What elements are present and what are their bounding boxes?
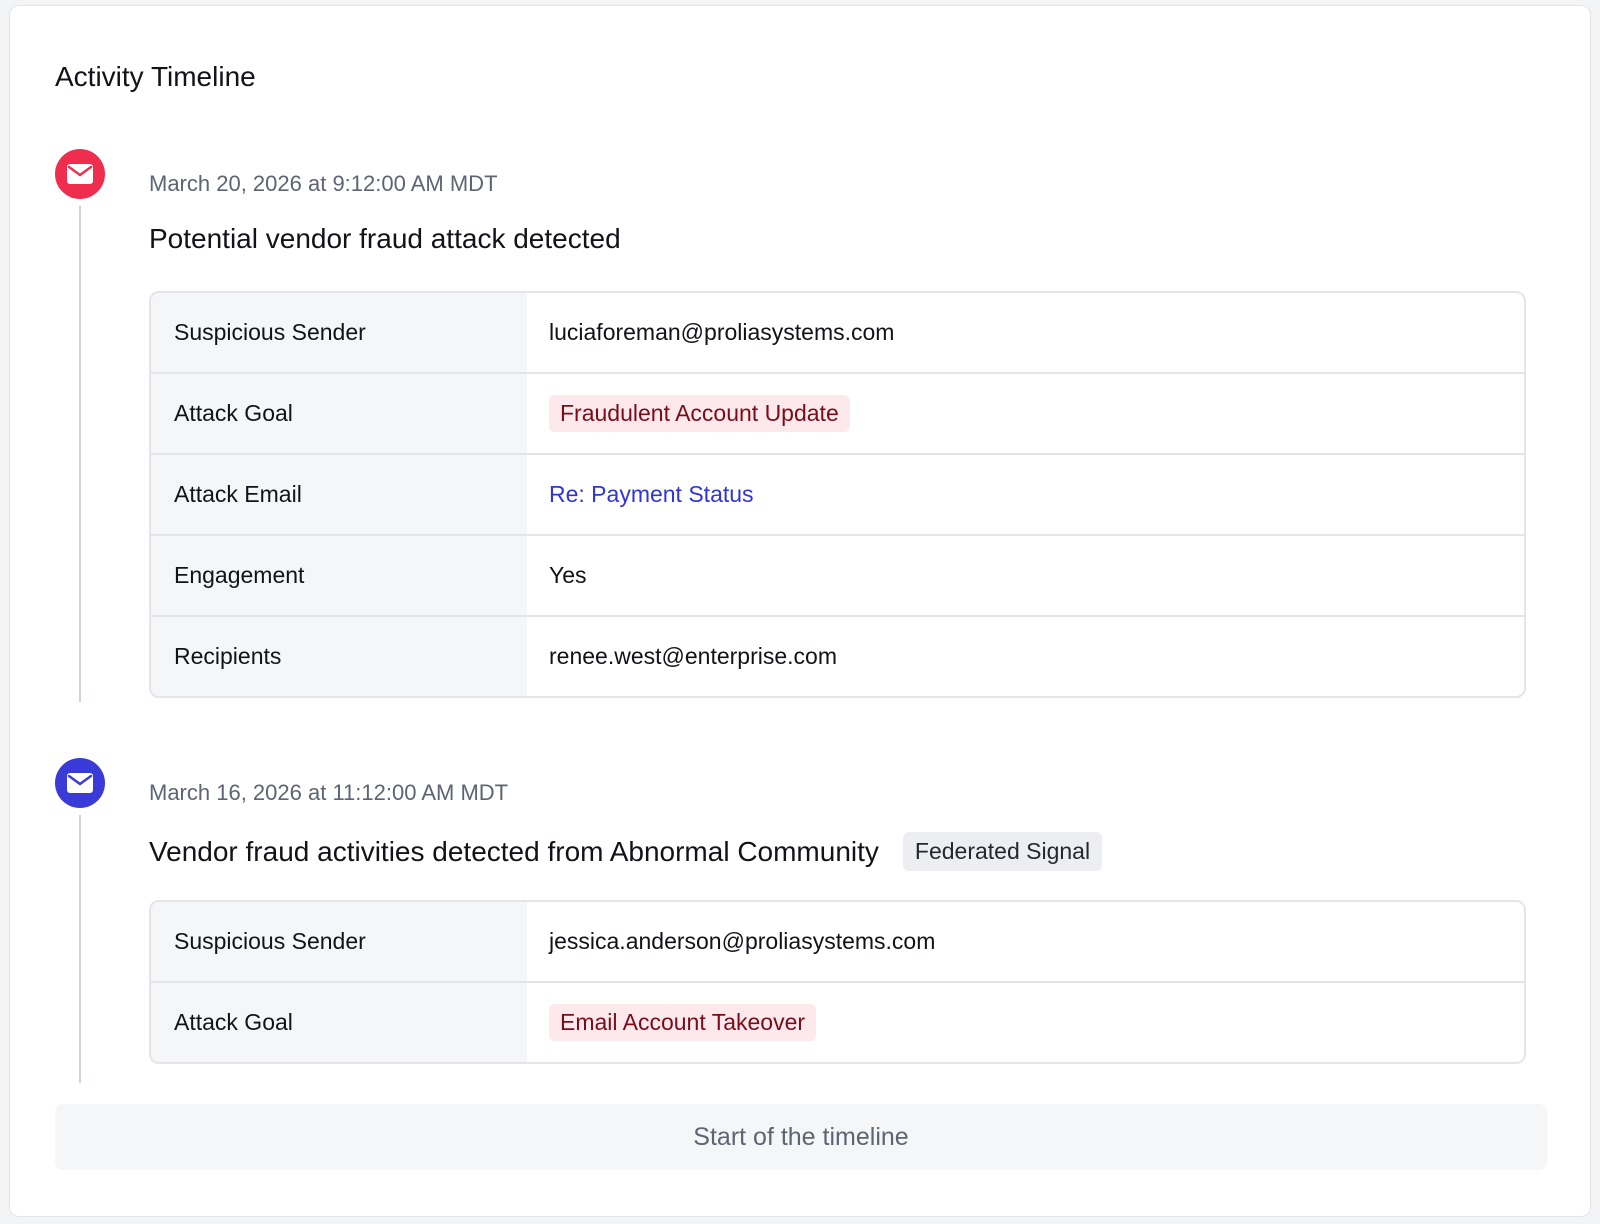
envelope-icon [67,773,93,793]
event-timestamp: March 16, 2026 at 11:12:00 AM MDT [149,780,509,805]
row-label: Suspicious Sender [151,902,527,981]
engagement-value: Yes [549,562,587,588]
row-value: Email Account Takeover [527,983,1524,1062]
event-heading: Vendor fraud activities detected from Ab… [149,832,1103,871]
envelope-icon [67,164,93,184]
event-timestamp: March 20, 2026 at 9:12:00 AM MDT [149,171,498,196]
attack-goal-badge: Fraudulent Account Update [549,395,850,432]
row-value: luciaforeman@proliasystems.com [527,293,1524,372]
event-2-marker [55,758,105,808]
table-row: Recipients renee.west@enterprise.com [151,615,1524,696]
event-heading-text: Vendor fraud activities detected from Ab… [149,835,879,867]
timeline-connector [79,815,81,1083]
page-title: Activity Timeline [55,61,256,92]
event-1-marker [55,149,105,199]
event-heading-text: Potential vendor fraud attack detected [149,223,621,254]
suspicious-sender-value: jessica.anderson@proliasystems.com [549,928,936,954]
table-row: Attack Email Re: Payment Status [151,453,1524,534]
attack-email-link[interactable]: Re: Payment Status [549,481,754,508]
row-value: jessica.anderson@proliasystems.com [527,902,1524,981]
timeline-connector [79,206,81,702]
row-label: Recipients [151,617,527,696]
recipients-value: renee.west@enterprise.com [549,643,837,669]
table-row: Suspicious Sender luciaforeman@proliasys… [151,293,1524,372]
suspicious-sender-value: luciaforeman@proliasystems.com [549,319,895,345]
timeline-start-label: Start of the timeline [693,1122,909,1151]
row-value: renee.west@enterprise.com [527,617,1524,696]
federated-signal-badge: Federated Signal [902,832,1103,871]
row-label: Engagement [151,536,527,615]
table-row: Engagement Yes [151,534,1524,615]
row-label: Attack Goal [151,983,527,1062]
event-heading: Potential vendor fraud attack detected [149,223,621,255]
event-details-table: Suspicious Sender luciaforeman@proliasys… [149,291,1526,698]
activity-timeline-card: Activity Timeline March 20, 2026 at 9:12… [9,5,1591,1217]
row-label: Attack Email [151,455,527,534]
table-row: Attack Goal Email Account Takeover [151,981,1524,1062]
attack-goal-badge: Email Account Takeover [549,1004,817,1041]
row-value: Yes [527,536,1524,615]
timeline-start-indicator: Start of the timeline [55,1104,1547,1170]
row-label: Attack Goal [151,374,527,453]
table-row: Suspicious Sender jessica.anderson@proli… [151,902,1524,981]
event-details-table: Suspicious Sender jessica.anderson@proli… [149,900,1526,1064]
row-value: Fraudulent Account Update [527,374,1524,453]
table-row: Attack Goal Fraudulent Account Update [151,372,1524,453]
row-value: Re: Payment Status [527,455,1524,534]
row-label: Suspicious Sender [151,293,527,372]
